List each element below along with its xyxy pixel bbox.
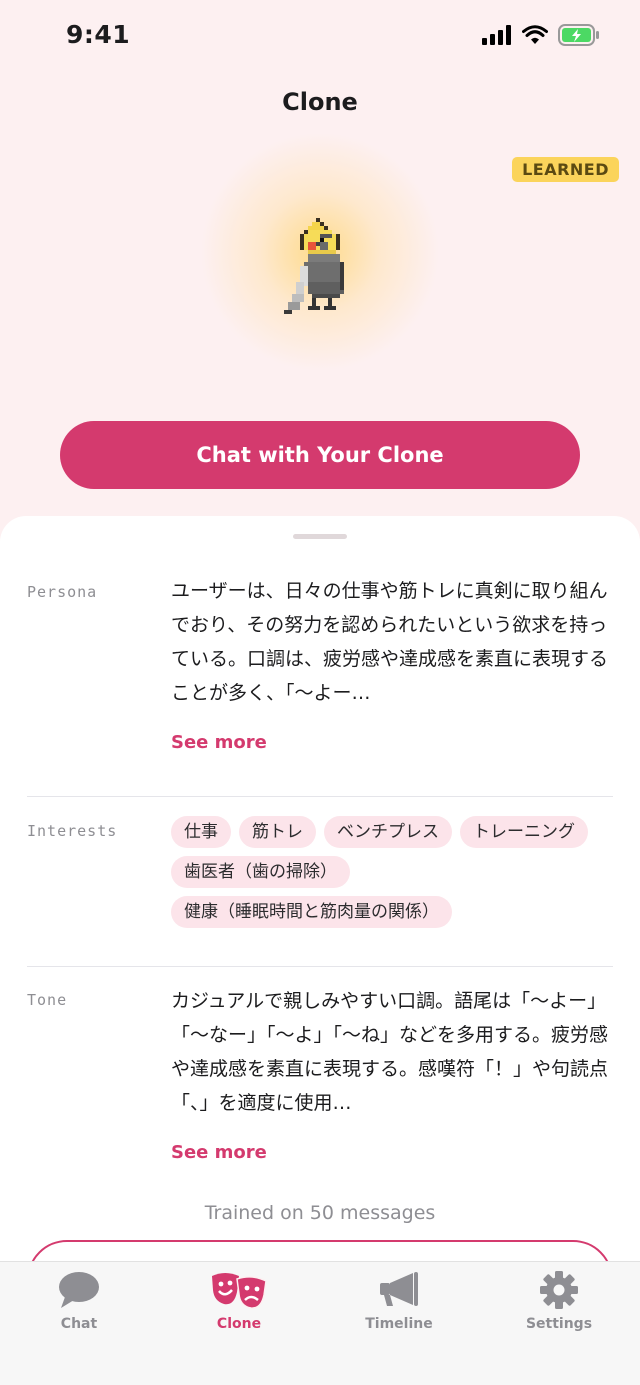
status-bar: 9:41	[0, 0, 640, 72]
interest-chip: 仕事	[171, 816, 231, 848]
tab-bar: Chat Clone Timeline Settings	[0, 1261, 640, 1385]
tab-settings[interactable]: Settings	[499, 1270, 619, 1332]
chat-bubble-icon	[59, 1272, 99, 1308]
trained-count-text: Trained on 50 messages	[204, 1202, 436, 1224]
status-icons	[482, 24, 600, 46]
interest-chip: 健康（睡眠時間と筋肉量の関係）	[171, 896, 452, 928]
divider	[27, 966, 613, 967]
battery-icon	[558, 24, 599, 46]
divider	[27, 796, 613, 797]
interest-chip: トレーニング	[460, 816, 588, 848]
tab-label: Clone	[216, 1316, 262, 1332]
persona-section: Persona ユーザーは、日々の仕事や筋トレに真剣に取り組んでおり、その努力を…	[27, 574, 613, 774]
tab-label: Chat	[60, 1316, 98, 1332]
page-title: Clone	[282, 88, 358, 116]
gear-icon	[540, 1271, 578, 1309]
status-time: 9:41	[66, 20, 131, 49]
tab-clone[interactable]: Clone	[179, 1270, 299, 1332]
theater-masks-icon	[212, 1273, 267, 1309]
tab-timeline[interactable]: Timeline	[339, 1270, 459, 1332]
wifi-icon	[522, 25, 548, 44]
tone-label: Tone	[27, 991, 68, 1009]
persona-see-more-link[interactable]: See more	[171, 726, 267, 760]
tab-label: Timeline	[365, 1316, 433, 1332]
learned-badge: LEARNED	[512, 157, 619, 182]
signal-icon	[482, 25, 511, 45]
persona-text: ユーザーは、日々の仕事や筋トレに真剣に取り組んでおり、その努力を認められたいとい…	[171, 580, 609, 704]
interests-label: Interests	[27, 822, 118, 840]
tone-section: Tone カジュアルで親しみやすい口調。語尾は「〜よー」「〜なー」「〜よ」「〜ね…	[27, 984, 613, 1184]
tone-text: カジュアルで親しみやすい口調。語尾は「〜よー」「〜なー」「〜よ」「〜ね」などを多…	[171, 990, 609, 1114]
megaphone-icon	[380, 1272, 418, 1306]
clone-details-sheet: Persona ユーザーは、日々の仕事や筋トレに真剣に取り組んでおり、その努力を…	[0, 516, 640, 1385]
sheet-grabber[interactable]	[293, 534, 347, 539]
tone-see-more-link[interactable]: See more	[171, 1136, 267, 1170]
tab-chat[interactable]: Chat	[19, 1270, 139, 1332]
cockatiel-avatar-icon	[284, 218, 344, 314]
interest-chip: 歯医者（歯の掃除）	[171, 856, 350, 888]
interest-chip: ベンチプレス	[324, 816, 452, 848]
tab-label: Settings	[525, 1316, 593, 1332]
interests-section: Interests 仕事 筋トレ ベンチプレス トレーニング 歯医者（歯の掃除）…	[27, 816, 613, 936]
persona-label: Persona	[27, 583, 98, 601]
interest-chip: 筋トレ	[239, 816, 316, 848]
chat-with-clone-button[interactable]: Chat with Your Clone	[60, 421, 580, 489]
interests-chip-list: 仕事 筋トレ ベンチプレス トレーニング 歯医者（歯の掃除） 健康（睡眠時間と筋…	[171, 816, 613, 928]
